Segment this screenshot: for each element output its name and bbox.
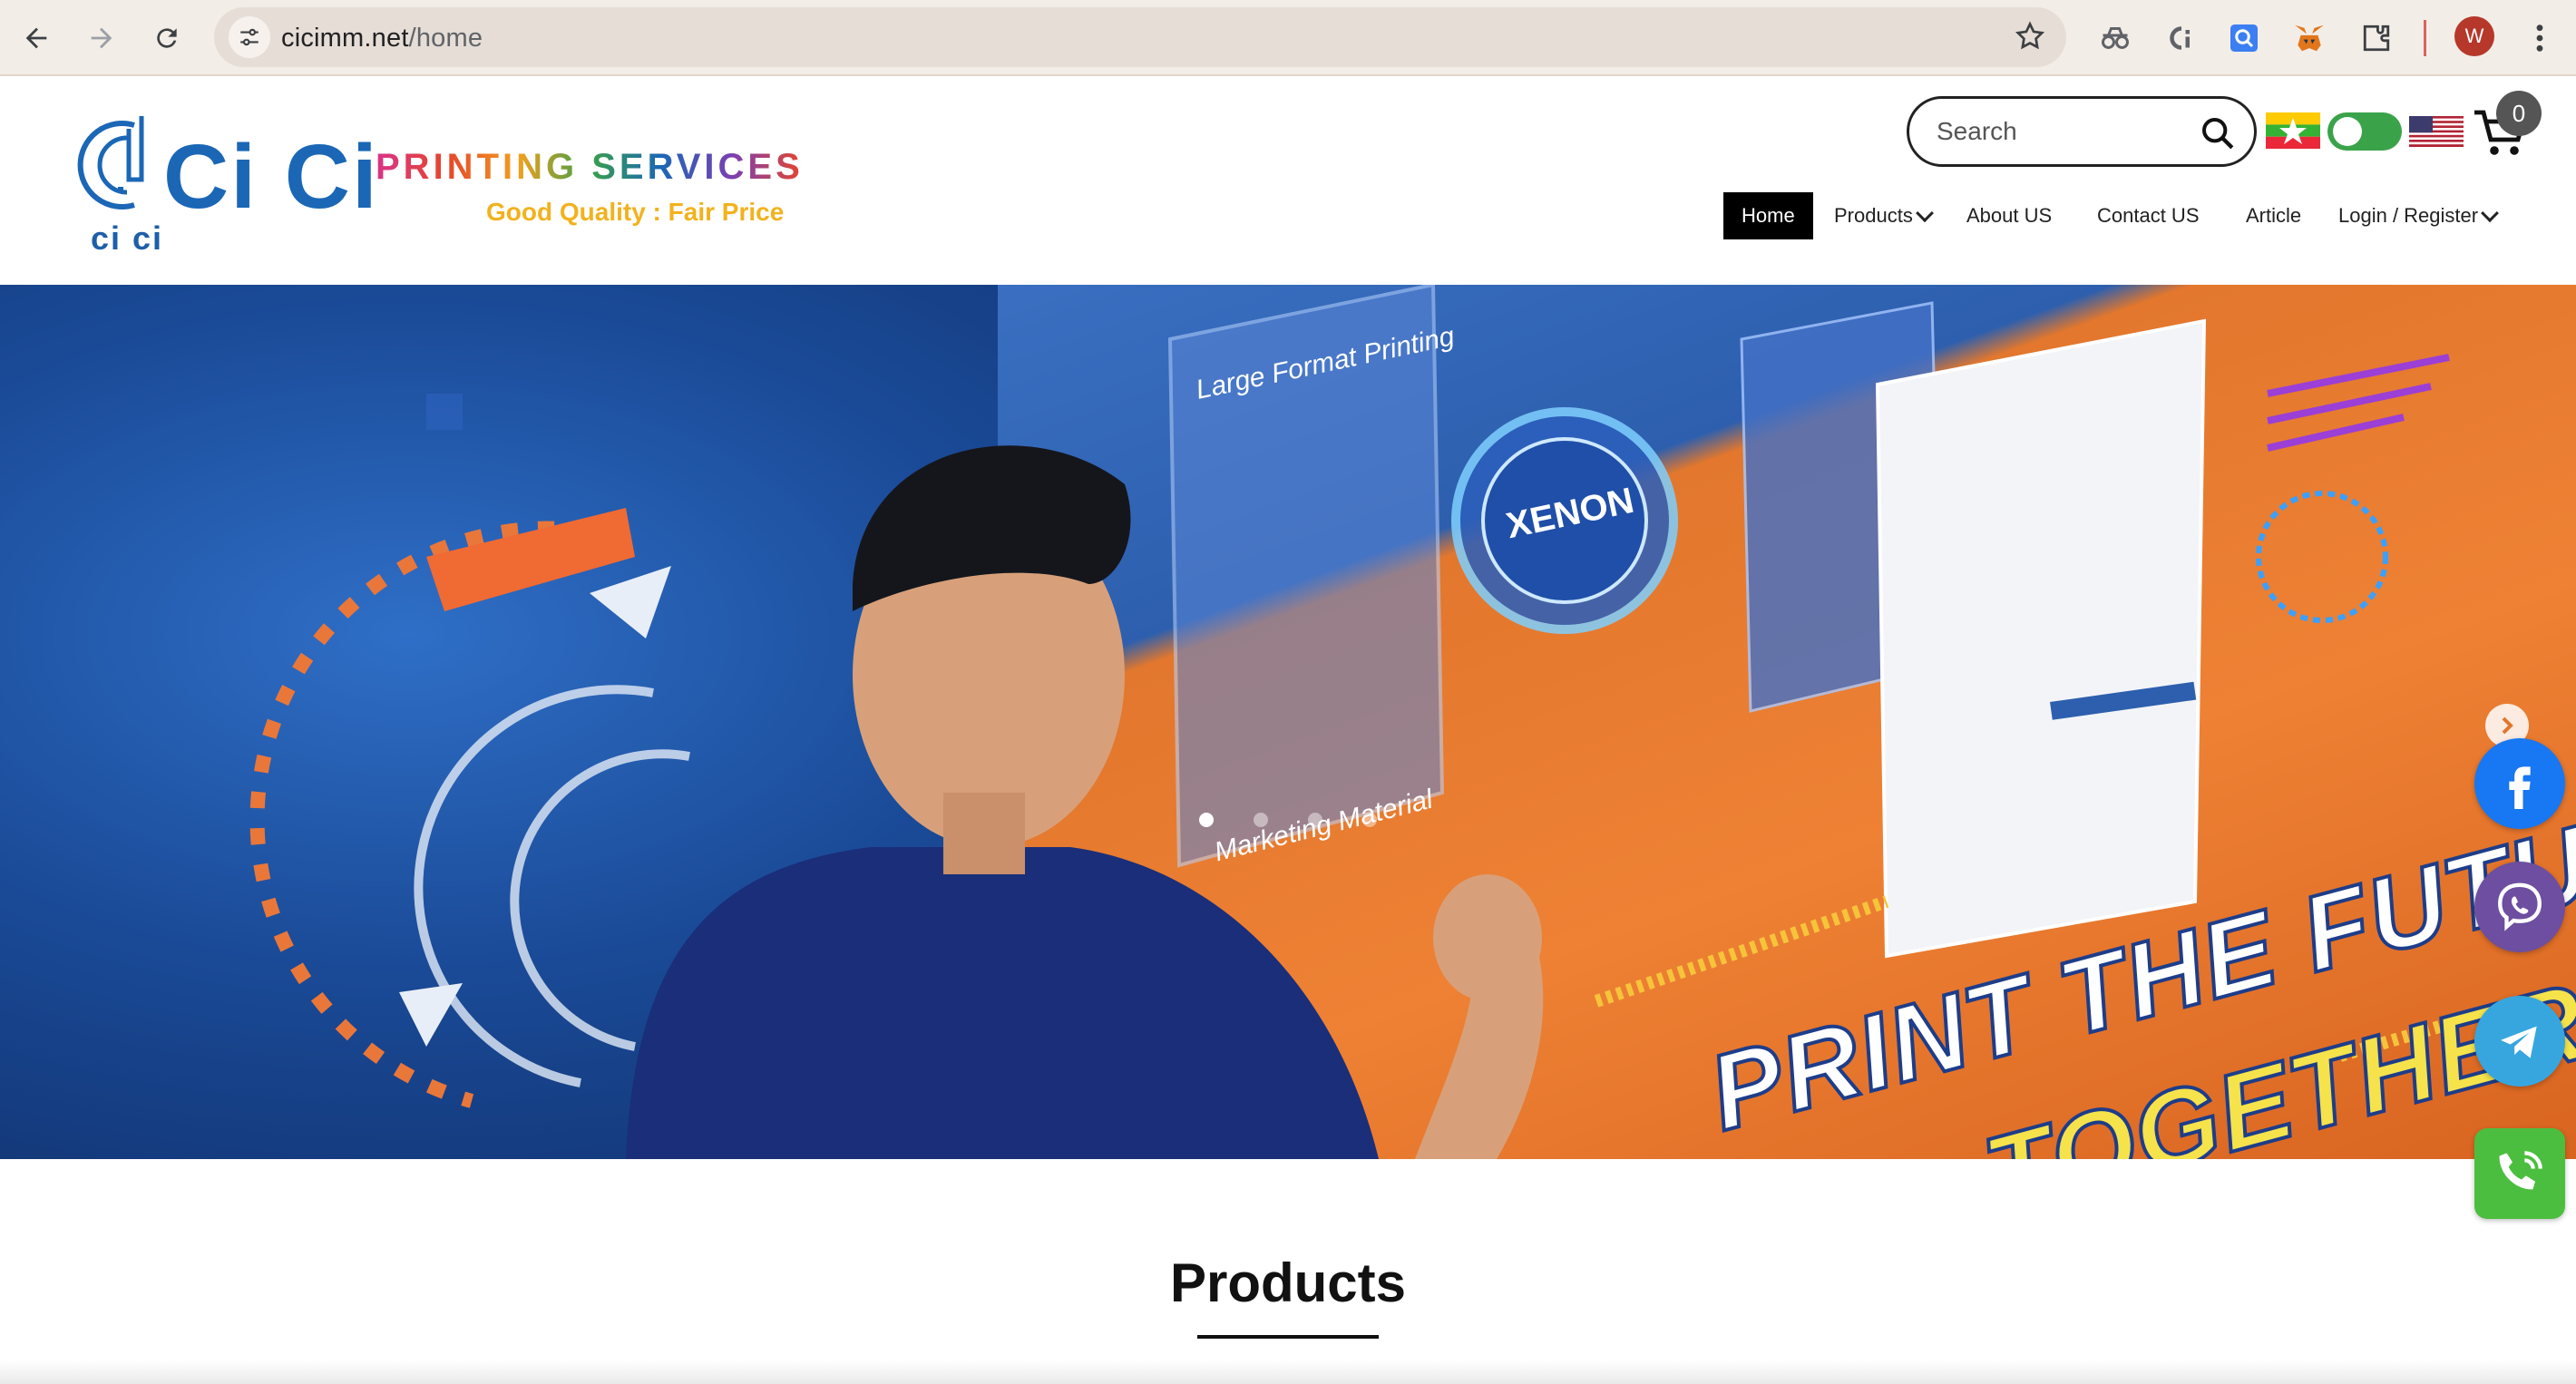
hero-carousel[interactable]: Large Format Printing Marketing Material…: [0, 285, 2576, 1159]
nav-home[interactable]: Home: [1723, 192, 1813, 239]
products-title-underline: [1197, 1335, 1379, 1339]
toggle-knob: [2333, 117, 2362, 146]
logo-mark-text: ci ci: [91, 219, 164, 257]
search-box[interactable]: [1907, 96, 2257, 167]
metamask-extension-icon[interactable]: [2286, 15, 2333, 62]
nav-article[interactable]: Article: [2246, 192, 2301, 239]
logo-tagline-main: PRINTING SERVICES: [376, 147, 804, 187]
nav-products[interactable]: Products: [1834, 192, 1934, 239]
products-section-title: Products: [1169, 1252, 1407, 1313]
facebook-icon[interactable]: [2474, 738, 2565, 829]
logo-brand-text: Ci Ci: [163, 126, 379, 228]
nav-login-register[interactable]: Login / Register: [2338, 192, 2499, 239]
language-toggle[interactable]: [2327, 112, 2402, 151]
us-flag-icon[interactable]: [2409, 116, 2464, 147]
logo-mark-icon: [77, 116, 144, 210]
address-bar[interactable]: cicimm.net/home: [214, 7, 2066, 67]
toolbar-divider: [2424, 20, 2426, 56]
reload-icon[interactable]: [141, 13, 192, 63]
search-icon[interactable]: [2200, 115, 2236, 156]
products-section-top-edge: [0, 1360, 2576, 1384]
carousel-dot-3[interactable]: [1308, 813, 1322, 827]
bookmark-star-icon[interactable]: [2014, 20, 2046, 57]
carousel-dot-2[interactable]: [1254, 813, 1268, 827]
site-info-icon[interactable]: [229, 16, 270, 58]
nav-about[interactable]: About US: [1966, 192, 2052, 239]
forward-icon[interactable]: [76, 13, 127, 63]
back-icon[interactable]: [11, 13, 62, 63]
ci-extension-icon[interactable]: [2155, 15, 2202, 62]
extensions-puzzle-icon[interactable]: [2353, 15, 2400, 62]
translate-extension-icon[interactable]: [2220, 15, 2268, 62]
myanmar-flag-icon[interactable]: [2266, 112, 2320, 149]
phone-icon[interactable]: [2474, 1128, 2565, 1219]
telegram-icon[interactable]: [2474, 996, 2565, 1087]
nav-contact[interactable]: Contact US: [2097, 192, 2200, 239]
browser-menu-icon[interactable]: [2518, 16, 2561, 60]
viber-icon[interactable]: [2474, 862, 2565, 952]
profile-avatar[interactable]: W: [2454, 16, 2494, 56]
cart-count-badge: 0: [2496, 91, 2542, 136]
chevron-down-icon: [1915, 204, 1934, 223]
carousel-dot-4[interactable]: [1362, 813, 1377, 827]
carousel-dot-1[interactable]: [1199, 813, 1214, 827]
site-header: ci ci Ci Ci PRINTING SERVICES Good Quali…: [0, 78, 2576, 285]
site-logo[interactable]: ci ci Ci Ci PRINTING SERVICES Good Quali…: [71, 111, 800, 257]
chevron-down-icon: [2481, 204, 2499, 223]
browser-toolbar: cicimm.net/home W: [0, 0, 2576, 76]
incognito-extension-icon[interactable]: [2092, 15, 2139, 62]
logo-tagline-sub: Good Quality : Fair Price: [486, 198, 785, 226]
search-input[interactable]: [1937, 115, 2191, 148]
url-text: cicimm.net/home: [281, 24, 483, 53]
